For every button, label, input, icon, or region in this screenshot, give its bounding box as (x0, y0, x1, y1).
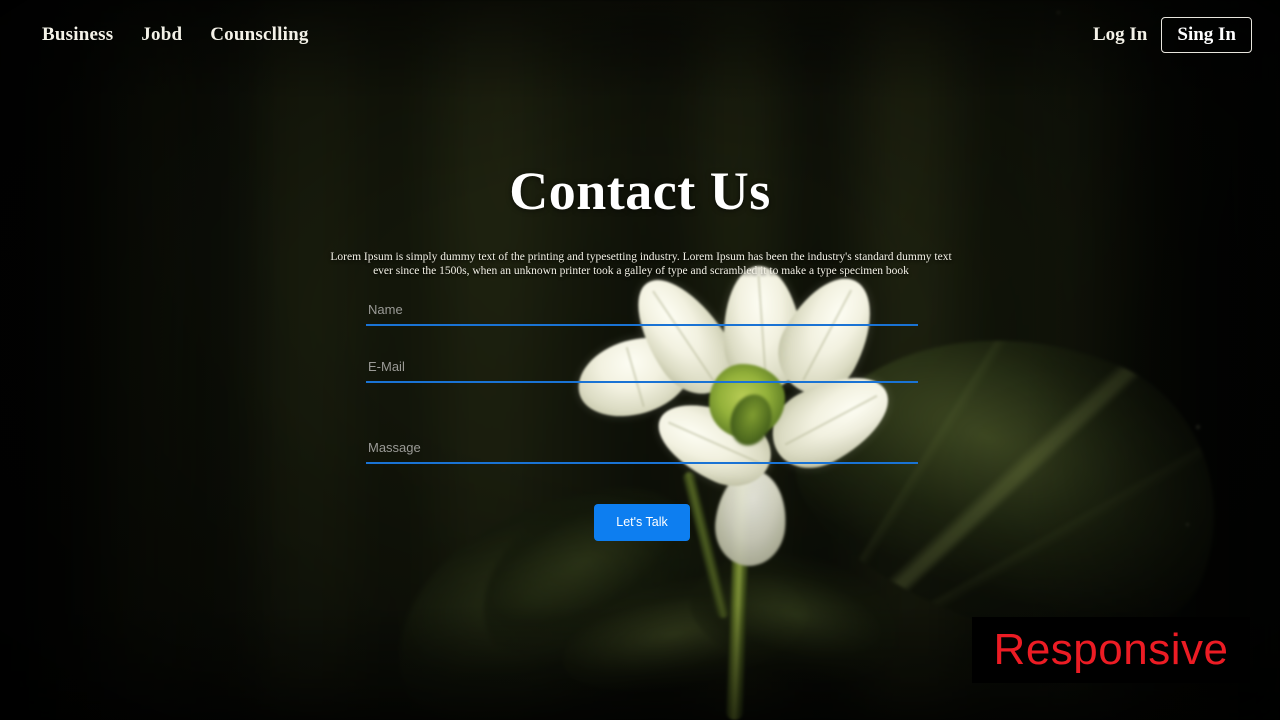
log-in-link[interactable]: Log In (1093, 24, 1147, 46)
nav-item-counsclling[interactable]: Counsclling (210, 24, 308, 46)
auth-actions: Log In Sing In (1093, 17, 1252, 53)
page-title: Contact Us (509, 161, 771, 221)
contact-section: Contact Us Lorem Ipsum is simply dummy t… (0, 0, 1280, 720)
nav-item-jobd[interactable]: Jobd (141, 24, 182, 46)
name-input[interactable] (366, 300, 918, 326)
primary-navigation: Business Jobd Counsclling (42, 24, 309, 46)
name-field-group (366, 300, 918, 326)
message-field-group (366, 438, 918, 464)
nav-item-business[interactable]: Business (42, 24, 113, 46)
field-spacer (366, 383, 918, 438)
intro-paragraph: Lorem Ipsum is simply dummy text of the … (330, 251, 952, 277)
email-input[interactable] (366, 357, 918, 383)
field-spacer (366, 326, 918, 357)
lets-talk-button[interactable]: Let's Talk (594, 504, 690, 541)
submit-row: Let's Talk (366, 504, 918, 541)
sing-in-button[interactable]: Sing In (1161, 17, 1252, 53)
watermark-label: Responsive (993, 625, 1229, 674)
email-field-group (366, 357, 918, 383)
site-header: Business Jobd Counsclling Log In Sing In (0, 0, 1280, 70)
responsive-watermark: Responsive (972, 617, 1250, 683)
contact-form: Let's Talk (366, 300, 918, 541)
message-input[interactable] (366, 438, 918, 464)
